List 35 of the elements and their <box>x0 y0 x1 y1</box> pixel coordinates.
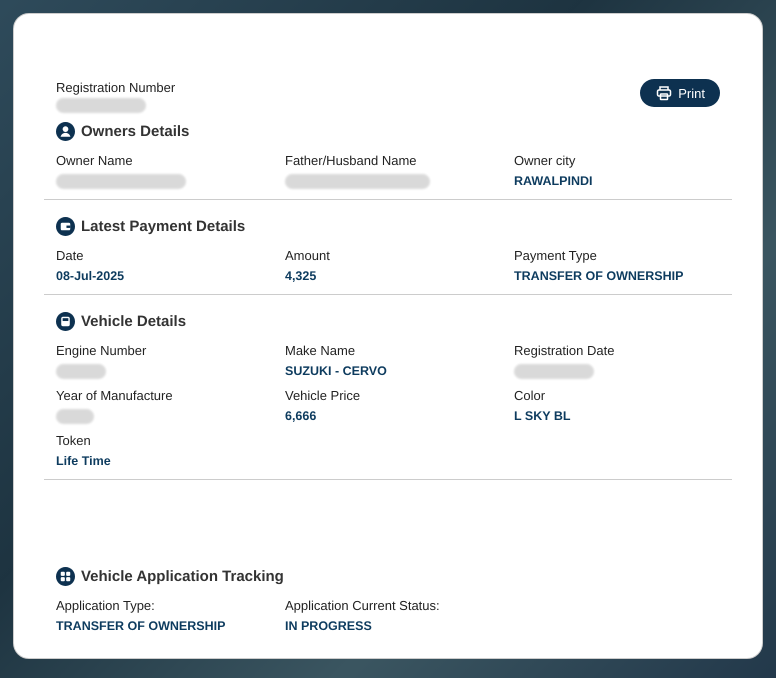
field-label: Token <box>56 433 92 448</box>
section-title: Vehicle Details <box>81 313 186 330</box>
field-label: Application Type: <box>56 598 156 613</box>
field-value: IN PROGRESS <box>285 619 373 634</box>
field-label: Year of Manufacture <box>56 388 174 403</box>
field-value: Life Time <box>56 454 112 469</box>
field-value: TRANSFER OF OWNERSHIP <box>56 619 226 634</box>
field-value: SUZUKI - CERVO <box>285 364 388 379</box>
field-label: Make Name <box>285 343 356 358</box>
field-label: Owner Name <box>56 153 134 168</box>
field-value: 6,666 <box>285 409 318 424</box>
field-value: L SKY BL <box>514 409 572 424</box>
field-label: Color <box>514 388 546 403</box>
grid-icon <box>56 567 75 586</box>
field-label: Payment Type <box>514 248 598 263</box>
field-label: Vehicle Price <box>285 388 362 403</box>
field-label: Registration Number <box>56 80 176 95</box>
person-icon <box>56 122 75 141</box>
field-label: Father/Husband Name <box>285 153 418 168</box>
section-title: Owners Details <box>81 123 190 140</box>
field-value: 4,325 <box>285 269 318 284</box>
field-label: Amount <box>285 248 331 263</box>
field-value: RAWALPINDI <box>514 174 594 189</box>
print-button[interactable]: Print <box>640 79 720 107</box>
field-value: 08-Jul-2025 <box>56 269 126 284</box>
field-label: Registration Date <box>514 343 616 358</box>
wallet-icon <box>56 217 75 236</box>
field-value: TRANSFER OF OWNERSHIP <box>514 269 684 284</box>
field-label: Engine Number <box>56 343 148 358</box>
printer-icon <box>656 85 672 101</box>
field-label: Application Current Status: <box>285 598 441 613</box>
section-title: Vehicle Application Tracking <box>81 568 284 585</box>
field-label: Owner city <box>514 153 576 168</box>
section-title: Latest Payment Details <box>81 218 246 235</box>
field-label: Date <box>56 248 84 263</box>
